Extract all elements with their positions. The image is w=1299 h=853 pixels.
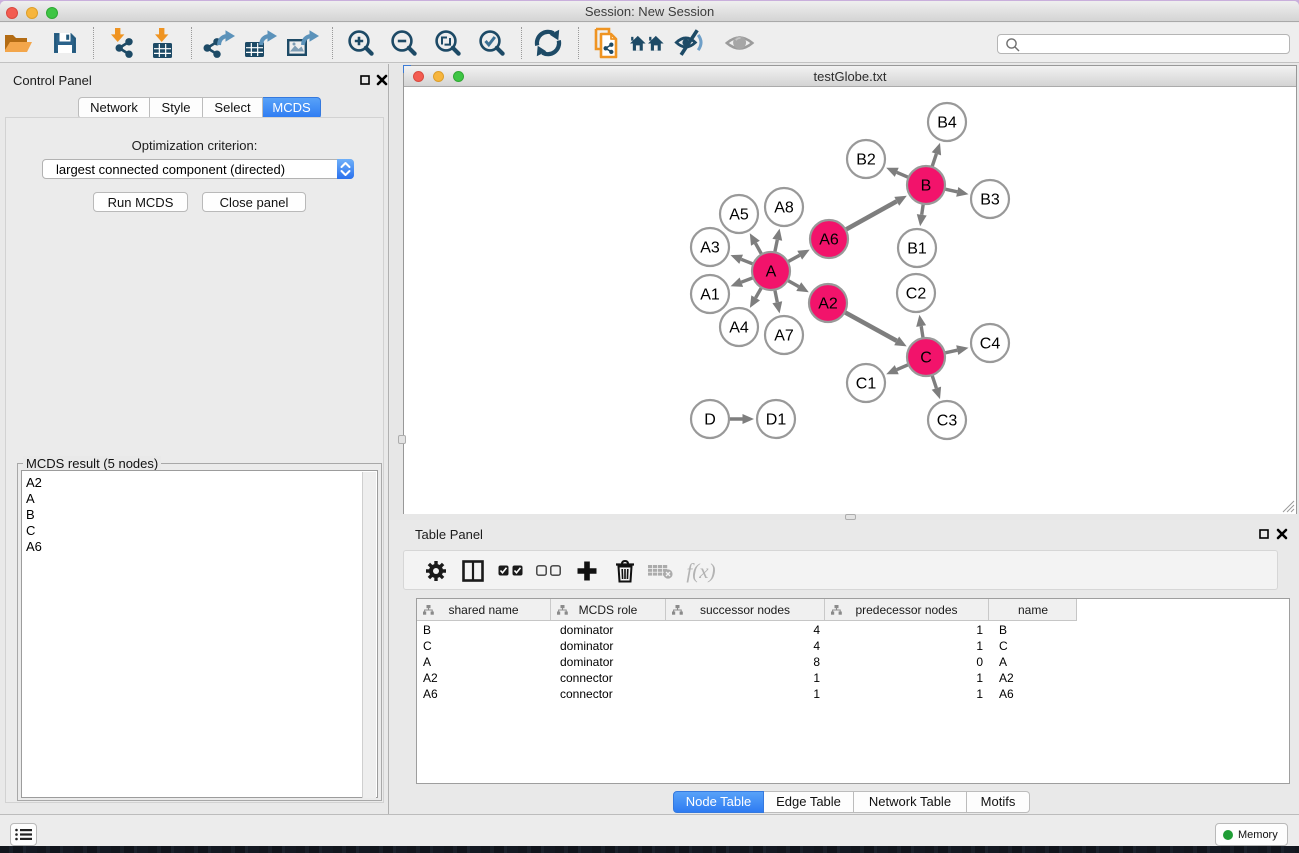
svg-text:B4: B4 (937, 115, 957, 132)
svg-text:A7: A7 (774, 328, 794, 345)
svg-text:A4: A4 (729, 320, 749, 337)
svg-text:D: D (704, 412, 716, 429)
svg-text:B: B (921, 178, 932, 195)
svg-text:C3: C3 (937, 413, 958, 430)
svg-text:B3: B3 (980, 192, 1000, 209)
svg-text:A6: A6 (819, 232, 839, 249)
svg-text:A8: A8 (774, 200, 794, 217)
svg-text:A1: A1 (700, 287, 720, 304)
svg-text:C1: C1 (856, 376, 877, 393)
svg-text:C2: C2 (906, 286, 927, 303)
svg-text:C4: C4 (980, 336, 1001, 353)
svg-text:D1: D1 (766, 412, 787, 429)
svg-text:A: A (766, 264, 777, 281)
svg-text:A5: A5 (729, 207, 749, 224)
svg-text:B2: B2 (856, 152, 876, 169)
svg-text:A3: A3 (700, 240, 720, 257)
svg-text:C: C (920, 350, 932, 367)
svg-text:B1: B1 (907, 241, 927, 258)
svg-text:A2: A2 (818, 296, 838, 313)
